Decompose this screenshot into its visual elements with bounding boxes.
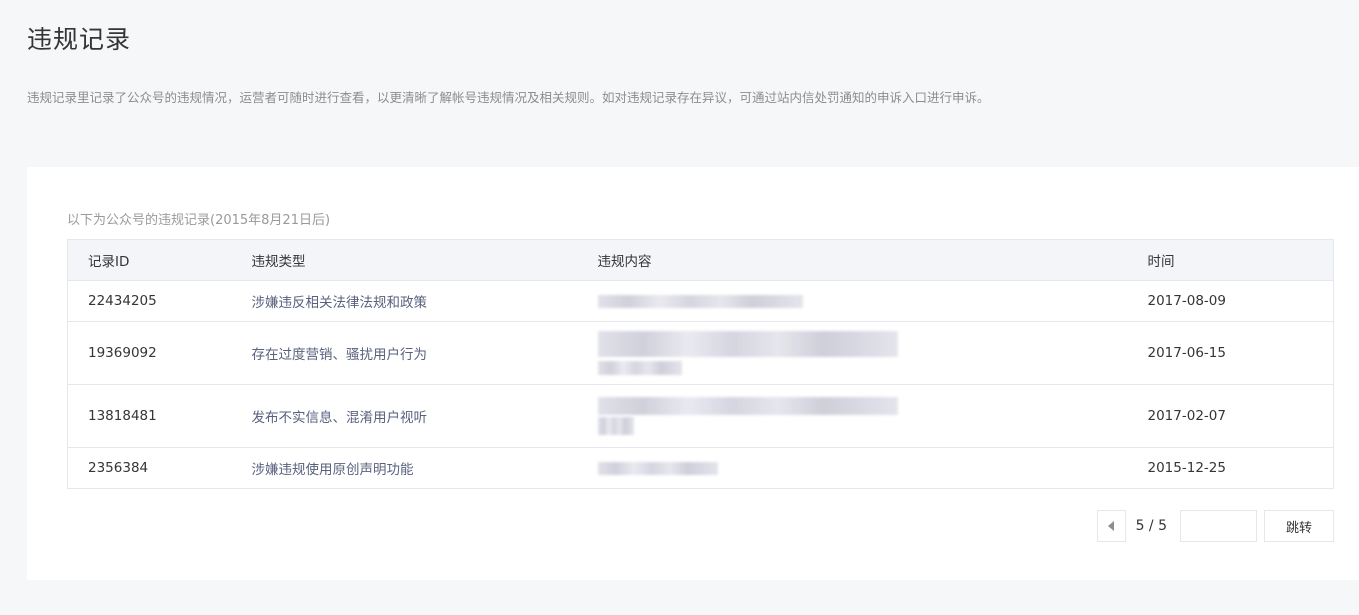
jump-button[interactable]: 跳转 [1264, 510, 1334, 542]
records-caption: 以下为公众号的违规记录(2015年8月21日后) [67, 213, 331, 228]
record-id: 19369092 [67, 321, 232, 385]
blurred-content [597, 397, 898, 415]
record-content-blurred [577, 384, 1128, 448]
pagination: 5 / 5 跳转 [1096, 510, 1334, 542]
column-header-type: 违规类型 [231, 239, 578, 281]
record-content-blurred [577, 321, 1128, 385]
record-date: 2017-02-07 [1127, 384, 1334, 448]
table-row: 2356384 涉嫌违规使用原创声明功能 2015-12-25 [67, 447, 1334, 489]
record-id: 22434205 [67, 280, 232, 322]
record-date: 2017-06-15 [1127, 321, 1334, 385]
blurred-content [597, 461, 718, 475]
record-content-blurred [577, 447, 1128, 489]
record-id: 13818481 [67, 384, 232, 448]
record-type: 发布不实信息、混淆用户视听 [231, 384, 578, 448]
table-header-row: 记录ID 违规类型 违规内容 时间 [67, 239, 1334, 281]
table-row: 19369092 存在过度营销、骚扰用户行为 2017-06-15 [67, 321, 1334, 385]
blurred-content [597, 361, 682, 375]
page-title: 违规记录 [27, 25, 132, 54]
record-type: 存在过度营销、骚扰用户行为 [231, 321, 578, 385]
page-jump-input[interactable] [1180, 510, 1257, 542]
blurred-content [597, 294, 803, 308]
column-header-id: 记录ID [67, 239, 232, 281]
prev-page-button[interactable] [1096, 510, 1126, 542]
records-panel: 以下为公众号的违规记录(2015年8月21日后) 记录ID 违规类型 违规内容 … [27, 167, 1359, 580]
table-row: 13818481 发布不实信息、混淆用户视听 2017-02-07 [67, 384, 1334, 448]
triangle-left-icon [1108, 521, 1115, 531]
record-date: 2017-08-09 [1127, 280, 1334, 322]
blurred-content [597, 417, 634, 435]
violation-records-table: 记录ID 违规类型 违规内容 时间 22434205 涉嫌违反相关法律法规和政策… [67, 239, 1334, 489]
page-description: 违规记录里记录了公众号的违规情况，运营者可随时进行查看，以更清晰了解帐号违规情况… [27, 90, 990, 105]
record-content-blurred [577, 280, 1128, 322]
record-id: 2356384 [67, 447, 232, 489]
record-type: 涉嫌违规使用原创声明功能 [231, 447, 578, 489]
record-type: 涉嫌违反相关法律法规和政策 [231, 280, 578, 322]
table-row: 22434205 涉嫌违反相关法律法规和政策 2017-08-09 [67, 280, 1334, 322]
blurred-content [597, 331, 898, 357]
record-date: 2015-12-25 [1127, 447, 1334, 489]
column-header-time: 时间 [1127, 239, 1334, 281]
page-indicator: 5 / 5 [1135, 518, 1167, 534]
column-header-content: 违规内容 [577, 239, 1128, 281]
